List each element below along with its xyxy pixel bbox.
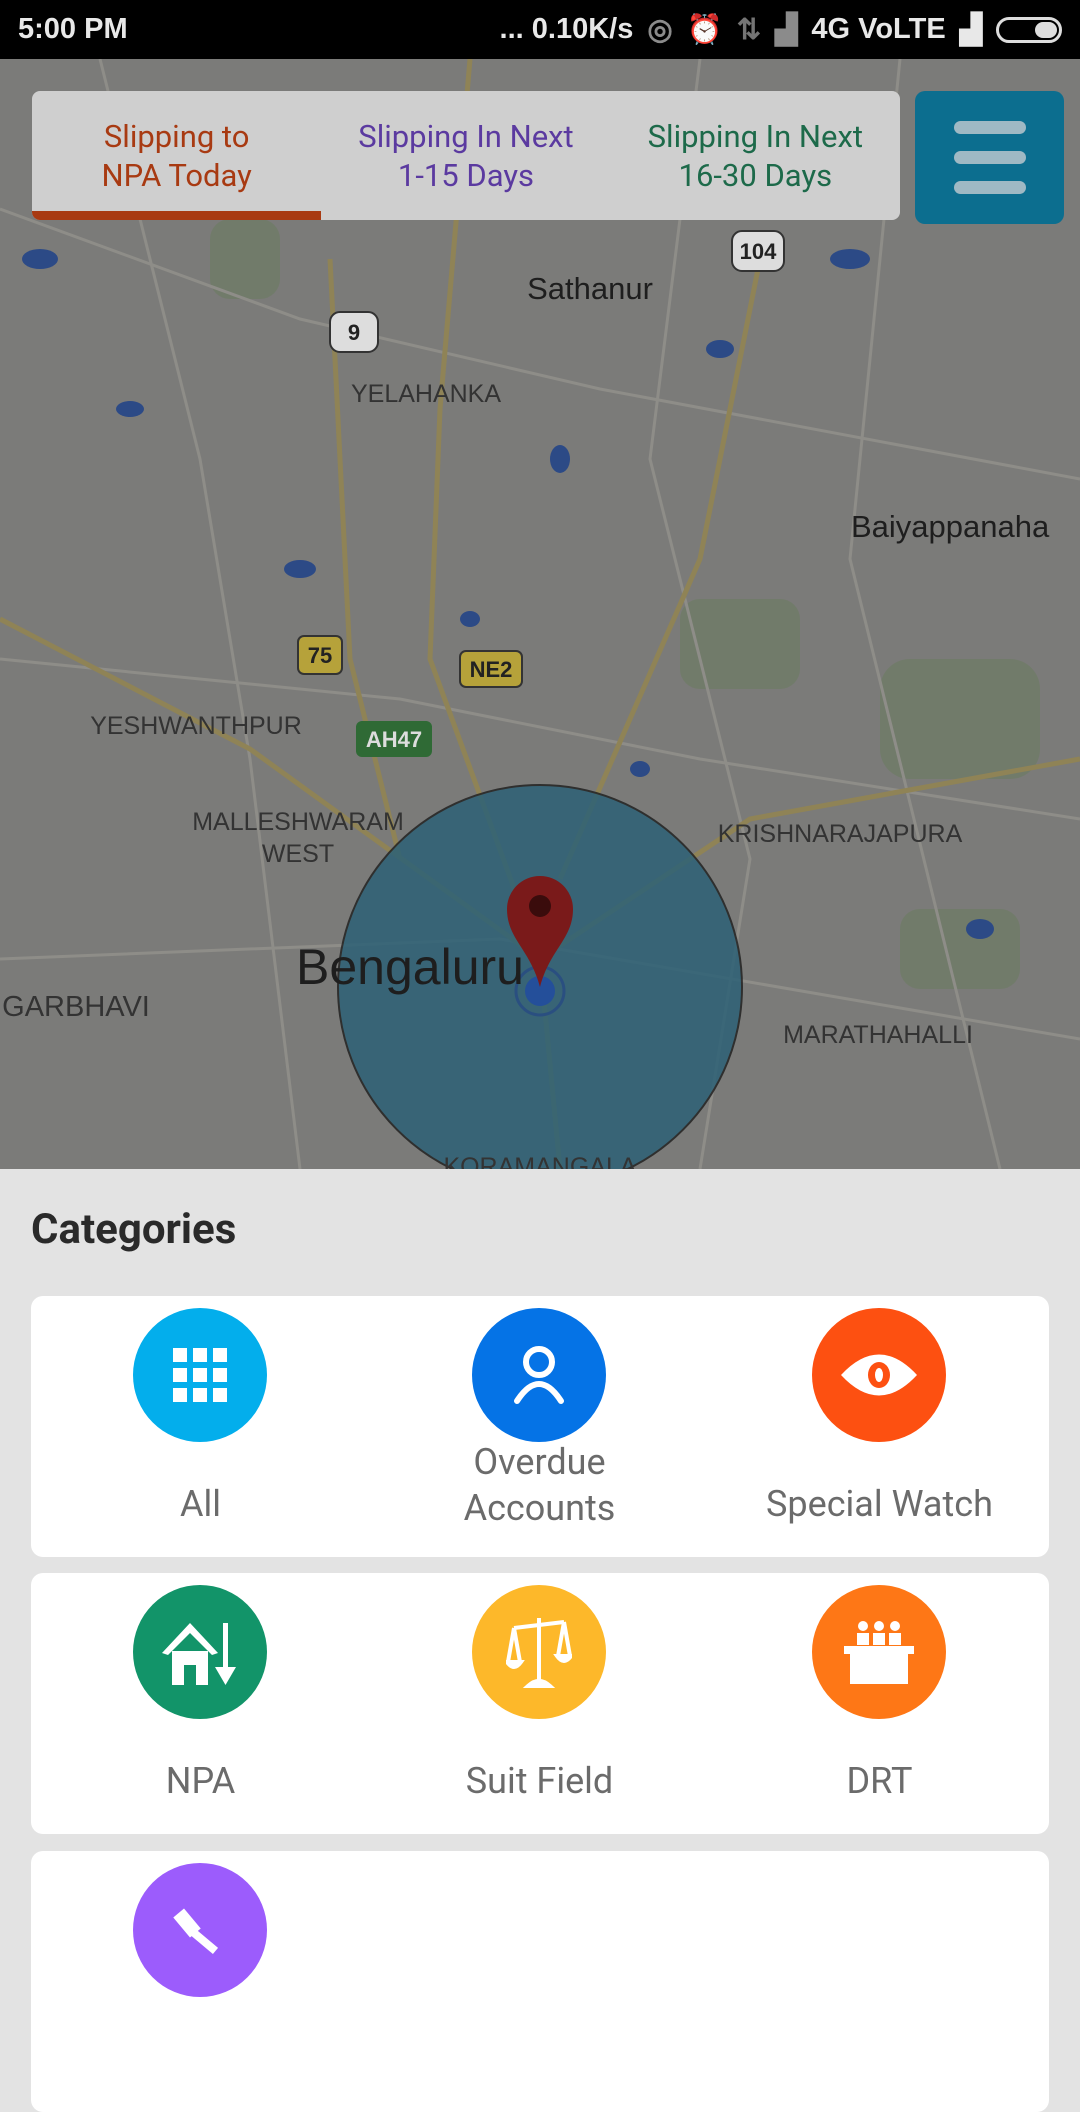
grid-icon (133, 1308, 267, 1442)
tab-label: Slipping In Next (358, 117, 574, 155)
category-npa[interactable]: NPA (31, 1573, 370, 1834)
category-suit-field[interactable]: Suit Field (370, 1573, 709, 1834)
data-arrows-icon: ⇅ (736, 14, 762, 46)
tab-slipping-today[interactable]: Slipping to NPA Today (32, 91, 322, 220)
tab-label: Slipping to (103, 117, 250, 155)
categories-sheet: Categories All Overdue Accounts Special … (0, 1169, 1080, 2112)
category-label: All (180, 1483, 221, 1525)
category-drt[interactable]: DRT (710, 1573, 1049, 1834)
tab-slipping-1-15-days[interactable]: Slipping In Next 1-15 Days (321, 91, 610, 220)
slipping-tabs: Slipping to NPA Today Slipping In Next 1-1… (32, 91, 900, 220)
house-down-arrow-icon (133, 1585, 267, 1719)
eye-icon (812, 1308, 946, 1442)
map-view[interactable]: Sathanur YELAHANKA Baiyappanaha YESHWANT… (0, 59, 1080, 1169)
category-special-watch[interactable]: Special Watch (710, 1296, 1049, 1557)
map-scrim (0, 59, 1080, 1169)
signal-icon: ▟ (959, 14, 982, 46)
scales-icon (472, 1585, 606, 1719)
category-label: Accounts (463, 1487, 616, 1529)
status-bar: 5:00 PM ... 0.10K/s ◎ ⏰ ⇅ ▟ 4G VoLTE ▟ (0, 0, 1080, 59)
categories-title: Categories (31, 1205, 237, 1254)
category-label: Overdue (473, 1441, 606, 1483)
tab-label: NPA Today (101, 156, 252, 194)
user-icon (472, 1308, 606, 1442)
tribunal-icon (812, 1585, 946, 1719)
network-type: 4G VoLTE (811, 13, 946, 45)
category-overdue-accounts[interactable]: Overdue Accounts (370, 1296, 709, 1557)
status-time: 5:00 PM (18, 13, 128, 45)
hotspot-icon: ◎ (647, 14, 673, 46)
network-speed: ... 0.10K/s (499, 13, 634, 45)
battery-icon (996, 16, 1062, 43)
hamburger-menu-icon (953, 121, 1026, 134)
category-card (31, 1851, 1049, 2112)
tab-label: 1-15 Days (397, 156, 535, 194)
tab-slipping-16-30-days[interactable]: Slipping In Next 16-30 Days (611, 91, 900, 220)
signal-icon: ▟ (775, 14, 798, 46)
gavel-icon (133, 1863, 267, 1997)
category-gavel[interactable] (31, 1851, 370, 2112)
category-label: DRT (846, 1760, 913, 1802)
category-card: NPA Suit Field DRT (31, 1573, 1049, 1834)
category-label: Suit Field (465, 1760, 614, 1802)
category-label: NPA (165, 1760, 236, 1802)
tab-label: 16-30 Days (678, 156, 833, 194)
menu-button[interactable] (915, 91, 1064, 224)
tab-label: Slipping In Next (647, 117, 863, 155)
category-all[interactable]: All (31, 1296, 370, 1557)
category-card: All Overdue Accounts Special Watch (31, 1296, 1049, 1557)
category-label: Special Watch (766, 1483, 993, 1525)
alarm-icon: ⏰ (686, 13, 723, 46)
